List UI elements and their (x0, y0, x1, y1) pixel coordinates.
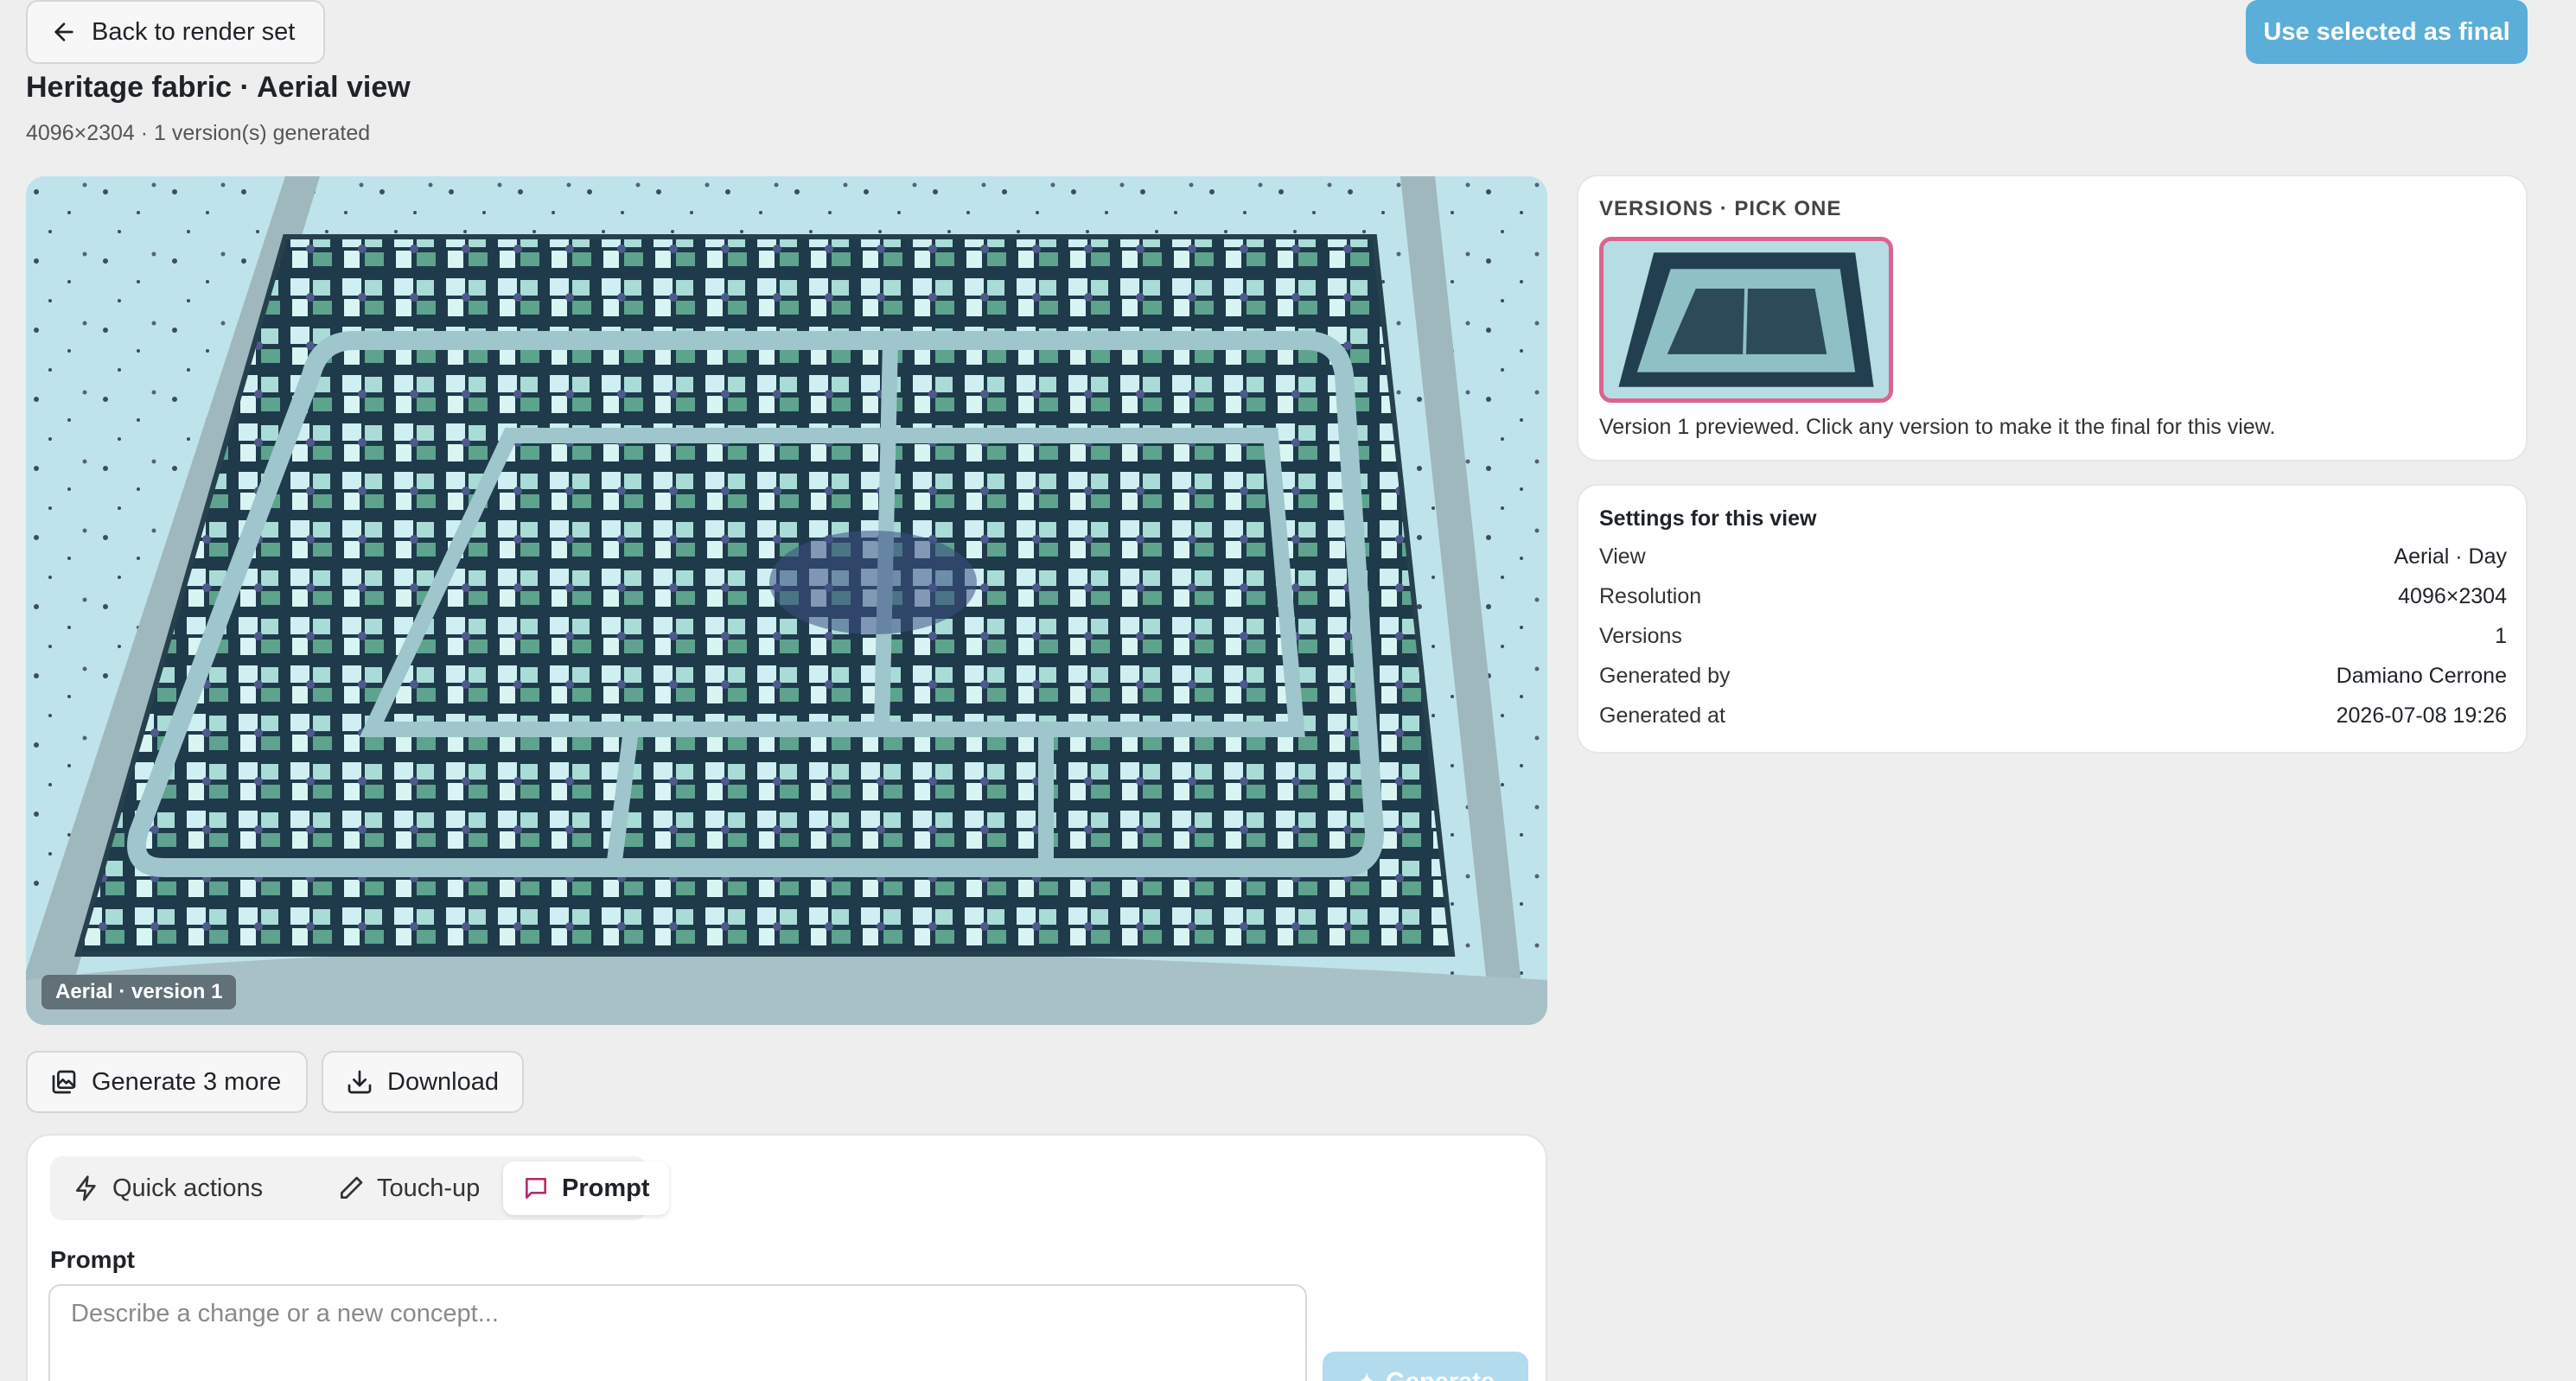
tab-touch-up[interactable]: Touch-up (318, 1161, 499, 1215)
settings-key: View (1599, 544, 1646, 569)
download-label: Download (387, 1067, 499, 1096)
back-button-label: Back to render set (92, 17, 296, 46)
lightning-icon (76, 1175, 96, 1201)
settings-row-view: View Aerial · Day (1599, 544, 2507, 579)
generate-more-label: Generate 3 more (92, 1067, 282, 1096)
pencil-icon (341, 1176, 363, 1199)
settings-key: Generated at (1599, 703, 1725, 728)
edit-panel: Quick actions Touch-up Prompt Prompt ✦ G… (26, 1134, 1547, 1381)
render-preview: Aerial · version 1 (26, 176, 1547, 1025)
settings-value: 4096×2304 (2398, 584, 2507, 608)
page-title: Heritage fabric · Aerial view (26, 71, 411, 104)
tab-quick-actions-label: Quick actions (112, 1174, 264, 1202)
preview-version-badge: Aerial · version 1 (41, 975, 237, 1009)
settings-value: Aerial · Day (2394, 544, 2507, 569)
generate-button[interactable]: ✦ Generate (1323, 1352, 1528, 1381)
sparkle-icon: ✦ (1356, 1367, 1377, 1381)
version-thumbnail[interactable] (1599, 237, 1893, 403)
settings-row-resolution: Resolution 4096×2304 (1599, 584, 2507, 619)
tab-touch-up-label: Touch-up (377, 1174, 481, 1202)
tab-prompt[interactable]: Prompt (503, 1161, 669, 1215)
edit-tabs: Quick actions Touch-up Prompt (50, 1156, 669, 1220)
page-subtitle: 4096×2304 · 1 version(s) generated (26, 121, 371, 145)
download-icon (348, 1070, 372, 1094)
back-to-render-set-button[interactable]: Back to render set (26, 0, 325, 64)
download-button[interactable]: Download (322, 1051, 524, 1113)
final-button-label: Use selected as final (2263, 17, 2510, 46)
settings-row-versions: Versions 1 (1599, 624, 2507, 659)
prompt-input[interactable] (48, 1284, 1307, 1381)
settings-key: Generated by (1599, 664, 1731, 688)
generate-button-label: Generate (1386, 1368, 1495, 1381)
settings-row-generated-at: Generated at 2026-07-08 19:26 (1599, 703, 2507, 738)
settings-key: Resolution (1599, 584, 1702, 608)
versions-title: VERSIONS · PICK ONE (1599, 197, 1842, 220)
generate-more-button[interactable]: Generate 3 more (26, 1051, 308, 1113)
version-thumbnail-image (1604, 241, 1889, 398)
aerial-render-image (26, 176, 1547, 1025)
settings-value: 1 (2495, 624, 2507, 648)
settings-row-generated-by: Generated by Damiano Cerrone (1599, 664, 2507, 698)
tab-quick-actions[interactable]: Quick actions (54, 1161, 282, 1215)
settings-title: Settings for this view (1599, 506, 1817, 531)
images-icon (52, 1070, 76, 1094)
settings-key: Versions (1599, 624, 1682, 648)
settings-value: Damiano Cerrone (2336, 664, 2507, 688)
settings-card: Settings for this view View Aerial · Day… (1577, 484, 2528, 754)
versions-note: Version 1 previewed. Click any version t… (1599, 415, 2276, 439)
arrow-left-icon (54, 22, 73, 41)
use-selected-as-final-button[interactable]: Use selected as final (2246, 0, 2528, 64)
versions-card: VERSIONS · PICK ONE Version 1 previewed.… (1577, 175, 2528, 461)
chat-bubble-icon (526, 1178, 546, 1199)
settings-value: 2026-07-08 19:26 (2336, 703, 2507, 728)
tab-prompt-label: Prompt (562, 1174, 650, 1202)
prompt-label: Prompt (50, 1246, 135, 1273)
